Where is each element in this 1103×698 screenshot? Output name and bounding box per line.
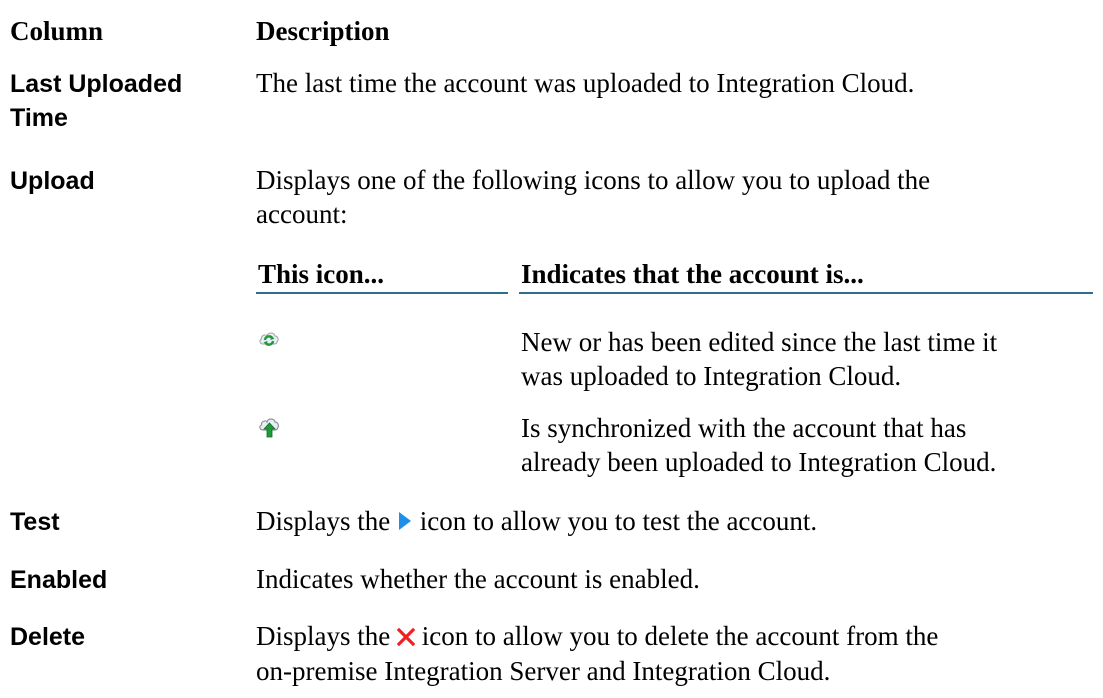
row-enabled-name: Enabled xyxy=(10,566,108,594)
row-enabled-description: Indicates whether the account is enabled… xyxy=(256,564,700,594)
row-upload-description: Displays one of the following icons to a… xyxy=(256,163,930,231)
desc-line: Displays one of the following icons to a… xyxy=(256,165,931,195)
doc-page: { "table": { "header": { "column": "Colu… xyxy=(0,0,1103,698)
column-header: Column xyxy=(10,16,104,46)
subtable-meaning-header: Indicates that the account is... xyxy=(521,259,864,289)
cloud-refresh-icon xyxy=(258,329,280,354)
desc-line: account: xyxy=(256,199,348,229)
desc-line: Is synchronized with the account that ha… xyxy=(521,413,967,443)
description-header: Description xyxy=(256,16,390,46)
subtable-row-upload-text: Is synchronized with the account that ha… xyxy=(521,411,996,479)
desc-text: icon to allow you to delete the account … xyxy=(421,621,939,651)
row-test-name: Test xyxy=(10,508,60,536)
desc-line: on-premise Integration Server and Integr… xyxy=(256,656,831,686)
desc-line: Displays the icon to allow you to delete… xyxy=(256,619,938,654)
play-icon xyxy=(397,505,413,539)
subtable-header-rule xyxy=(256,292,508,294)
subtable-row-refresh-text: New or has been edited since the last ti… xyxy=(521,325,997,393)
desc-line: already been uploaded to Integration Clo… xyxy=(521,447,997,477)
delete-x-icon xyxy=(396,620,416,654)
row-name-line: Time xyxy=(10,104,68,132)
row-last-uploaded-name: Last Uploaded Time xyxy=(10,67,182,135)
cloud-upload-icon xyxy=(258,416,281,445)
subtable-icon-header: This icon... xyxy=(258,259,385,289)
row-delete-name: Delete xyxy=(10,623,86,651)
desc-line: was uploaded to Integration Cloud. xyxy=(521,361,902,391)
row-delete-description: Displays the icon to allow you to delete… xyxy=(256,619,938,688)
row-upload-name: Upload xyxy=(10,167,95,195)
desc-text: Displays the xyxy=(256,506,391,536)
desc-line: New or has been edited since the last ti… xyxy=(521,327,998,357)
row-name-line: Last Uploaded xyxy=(10,70,183,98)
row-last-uploaded-description: The last time the account was uploaded t… xyxy=(256,68,915,98)
row-test-description: Displays the icon to allow you to test t… xyxy=(256,504,817,539)
desc-text: Displays the xyxy=(256,621,391,651)
desc-text: icon to allow you to test the account. xyxy=(419,506,818,536)
subtable-header-rule xyxy=(519,292,1093,294)
